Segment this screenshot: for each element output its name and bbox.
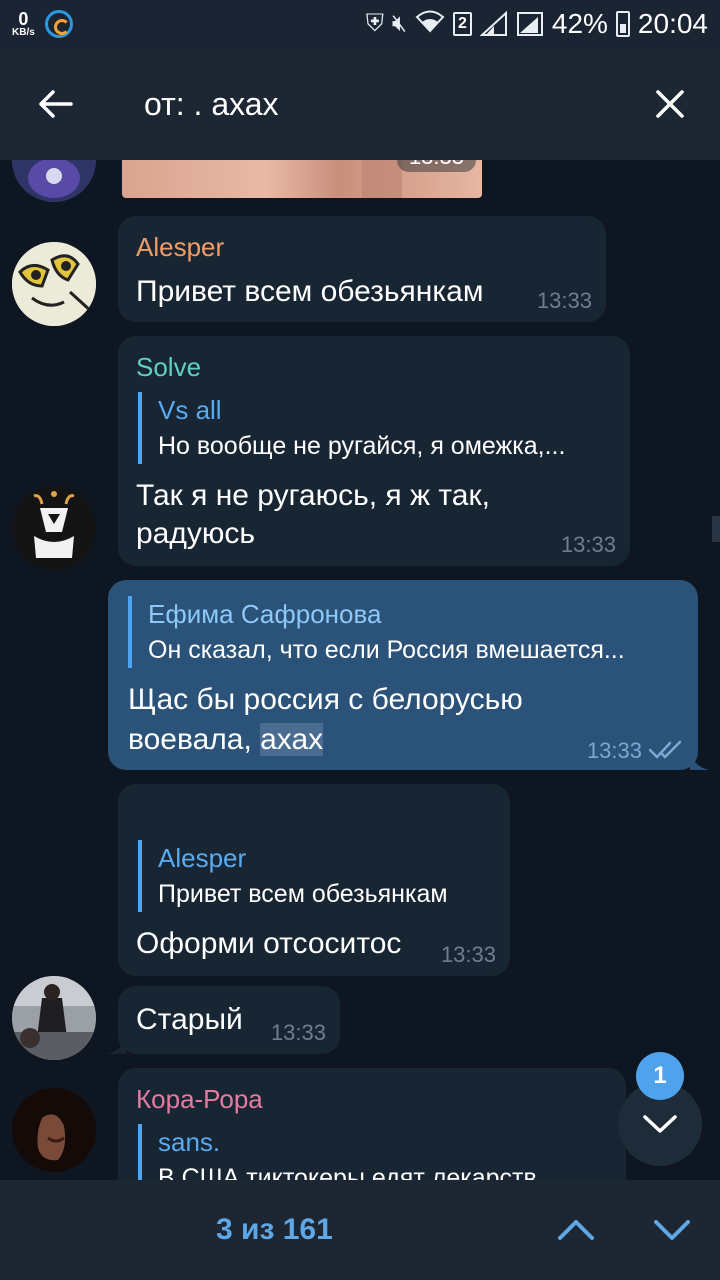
reply-author: Vs all: [158, 395, 222, 425]
battery-saver-icon: ⛨: [365, 10, 384, 37]
arrow-left-icon: [39, 90, 73, 118]
bubble-tail: [690, 754, 710, 770]
reply-author: Ефима Сафронова: [148, 599, 382, 629]
message-bubble[interactable]: Кора-Рора sans. В США тиктокеры едят лек…: [118, 1068, 626, 1180]
reply-quote[interactable]: sans. В США тиктокеры едят лекарств...: [138, 1124, 608, 1180]
reply-text: Привет всем обезьянкам: [158, 880, 448, 908]
next-result-button[interactable]: [644, 1206, 700, 1254]
network-speed-value: 0: [18, 9, 29, 29]
search-result-counter: 3 из 161: [216, 1213, 333, 1246]
outgoing-message-bubble[interactable]: Ефима Сафронова Он сказал, что если Росс…: [108, 580, 698, 770]
message-text: Привет всем обезьянкам: [136, 275, 484, 308]
message-time: 13:33: [409, 160, 464, 169]
reply-quote[interactable]: Ефима Сафронова Он сказал, что если Росс…: [128, 596, 684, 668]
image-shadow: [362, 160, 402, 198]
unread-badge: 1: [636, 1052, 684, 1100]
image-time-overlay: 13:33: [396, 160, 476, 172]
message-bubble[interactable]: Alesper Привет всем обезьянкам Оформи от…: [118, 784, 510, 976]
sender-name[interactable]: Alesper: [136, 232, 224, 263]
back-button[interactable]: [0, 48, 110, 160]
reply-text: Но вообще не ругайся, я омежка,...: [158, 432, 566, 460]
message-bubble[interactable]: Solve Vs all Но вообще не ругайся, я оме…: [118, 336, 630, 566]
reply-quote[interactable]: Vs all Но вообще не ругайся, я омежка,..…: [138, 392, 614, 464]
avatar-alesper[interactable]: [12, 242, 96, 326]
wifi-icon: [415, 9, 445, 40]
image-message[interactable]: 13:33: [122, 160, 482, 198]
search-app-bar: от: . ахах: [0, 48, 720, 160]
message-text: Оформи отсоситос: [136, 927, 402, 960]
battery-percent: 42%: [551, 8, 608, 39]
search-query-input[interactable]: от: . ахах: [110, 86, 620, 123]
chevron-up-icon: [558, 1220, 594, 1240]
chat-message-list[interactable]: 13:33 Alesper Привет всем обезьянкам 13:…: [0, 160, 720, 1180]
network-speed-unit: KB/s: [12, 27, 35, 38]
reply-author: sans.: [158, 1127, 221, 1157]
avatar[interactable]: [12, 160, 96, 202]
reply-text: В США тиктокеры едят лекарств...: [158, 1164, 558, 1180]
battery-icon: [615, 11, 630, 37]
search-highlight: ахах: [260, 723, 324, 756]
mute-icon: 🔇︎: [391, 10, 407, 37]
message-text-line: воевала, ахах: [128, 720, 324, 760]
avatar-solve[interactable]: [12, 486, 96, 570]
message-text: Старый: [136, 1003, 243, 1036]
chevron-down-icon: [643, 1115, 677, 1133]
scroll-edge-indicator: [712, 516, 720, 542]
message-time: 13:33: [536, 288, 592, 313]
message-text-line: радуюсь: [136, 517, 256, 550]
reply-author: Alesper: [158, 843, 247, 873]
close-icon: [656, 90, 684, 118]
sender-name[interactable]: Кора-Рора: [136, 1084, 263, 1115]
chevron-down-icon: [654, 1220, 690, 1240]
network-speed: 0 KB/s: [12, 10, 35, 38]
clear-search-button[interactable]: [620, 48, 720, 160]
bubble-tail: [106, 1038, 126, 1054]
message-bubble[interactable]: Старый 13:33: [118, 986, 340, 1054]
message-time: 13:33: [440, 942, 496, 967]
status-bar: 0 KB/s ⛨ 🔇︎ 2 42% 20:04: [0, 0, 720, 48]
reply-quote[interactable]: Alesper Привет всем обезьянкам: [138, 840, 498, 912]
message-text-line: Так я не ругаюсь, я ж так,: [136, 479, 490, 512]
sender-name[interactable]: Solve: [136, 352, 201, 383]
avatar[interactable]: [12, 1088, 96, 1172]
message-text-prefix: воевала,: [128, 723, 261, 756]
clock: 20:04: [637, 8, 708, 39]
double-check-icon: [648, 740, 682, 759]
message-time: 13:33: [586, 738, 642, 763]
message-text-line: Щас бы россия с белорусью: [128, 683, 523, 716]
message-time: 13:33: [560, 532, 616, 557]
message-bubble[interactable]: Alesper Привет всем обезьянкам 13:33: [118, 216, 606, 322]
search-results-bar: 3 из 161: [0, 1180, 720, 1280]
notification-app-icon: [44, 10, 73, 38]
sim-indicator: 2: [452, 12, 472, 36]
signal-icon: [479, 10, 508, 37]
reply-text: Он сказал, что если Россия вмешается...: [148, 636, 625, 664]
avatar[interactable]: [12, 976, 96, 1060]
signal-icon-2: [516, 11, 544, 37]
message-time: 13:33: [270, 1020, 326, 1045]
previous-result-button[interactable]: [548, 1206, 604, 1254]
